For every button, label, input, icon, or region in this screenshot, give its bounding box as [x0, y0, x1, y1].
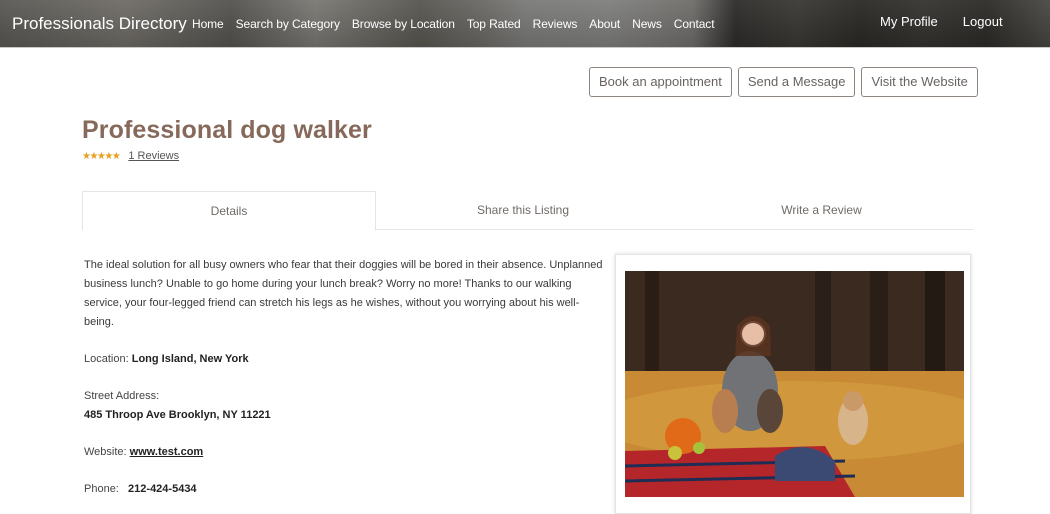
book-appointment-button[interactable]: Book an appointment — [589, 67, 732, 97]
nav-top-rated[interactable]: Top Rated — [467, 17, 521, 31]
nav-contact[interactable]: Contact — [674, 17, 715, 31]
main-nav: Home Search by Category Browse by Locati… — [192, 17, 726, 31]
nav-news[interactable]: News — [632, 17, 662, 31]
top-navigation-bar: Professionals Directory Home Search by C… — [0, 0, 1050, 48]
nav-reviews[interactable]: Reviews — [533, 17, 578, 31]
phone-label: Phone: — [84, 483, 119, 495]
nav-browse-by-location[interactable]: Browse by Location — [352, 17, 455, 31]
tab-details[interactable]: Details — [82, 191, 376, 231]
tab-share-listing[interactable]: Share this Listing — [376, 191, 670, 229]
listing-photo-card — [615, 254, 971, 514]
nav-my-profile[interactable]: My Profile — [880, 14, 938, 29]
visit-website-button[interactable]: Visit the Website — [861, 67, 978, 97]
nav-about[interactable]: About — [589, 17, 620, 31]
website-link[interactable]: www.test.com — [130, 446, 204, 458]
user-nav: My Profile Logout — [880, 14, 1028, 29]
nav-logout[interactable]: Logout — [963, 14, 1003, 29]
listing-photo[interactable] — [625, 271, 964, 497]
location-value: Long Island, New York — [131, 353, 249, 365]
send-message-button[interactable]: Send a Message — [737, 67, 856, 97]
rating-row: ★★★★★ 1 Reviews — [82, 150, 179, 162]
street-address-field: Street Address: 485 Throop Ave Brooklyn,… — [84, 387, 604, 425]
listing-tabs: Details Share this Listing Write a Revie… — [82, 191, 973, 231]
location-field: Location: Long Island, New York — [84, 350, 604, 369]
tab-write-review[interactable]: Write a Review — [670, 191, 973, 229]
phone-value: 212-424-5434 — [128, 483, 197, 495]
listing-title: Professional dog walker — [82, 116, 372, 144]
street-address-value: 485 Throop Ave Brooklyn, NY 11221 — [84, 409, 271, 421]
website-field: Website: www.test.com — [84, 443, 604, 462]
star-rating-icon: ★★★★★ — [82, 150, 121, 162]
listing-description: The ideal solution for all busy owners w… — [84, 259, 603, 328]
details-panel: The ideal solution for all busy owners w… — [84, 256, 604, 499]
nav-search-by-category[interactable]: Search by Category — [236, 17, 340, 31]
nav-home[interactable]: Home — [192, 17, 224, 31]
phone-field: Phone: 212-424-5434 — [84, 480, 604, 499]
street-address-label: Street Address: — [84, 390, 160, 402]
website-label: Website: — [84, 446, 127, 458]
reviews-link[interactable]: 1 Reviews — [128, 150, 179, 162]
site-brand[interactable]: Professionals Directory — [12, 14, 187, 34]
location-label: Location: — [84, 353, 129, 365]
photo-illustration — [625, 271, 964, 497]
listing-actions: Book an appointment Send a Message Visit… — [589, 67, 978, 97]
